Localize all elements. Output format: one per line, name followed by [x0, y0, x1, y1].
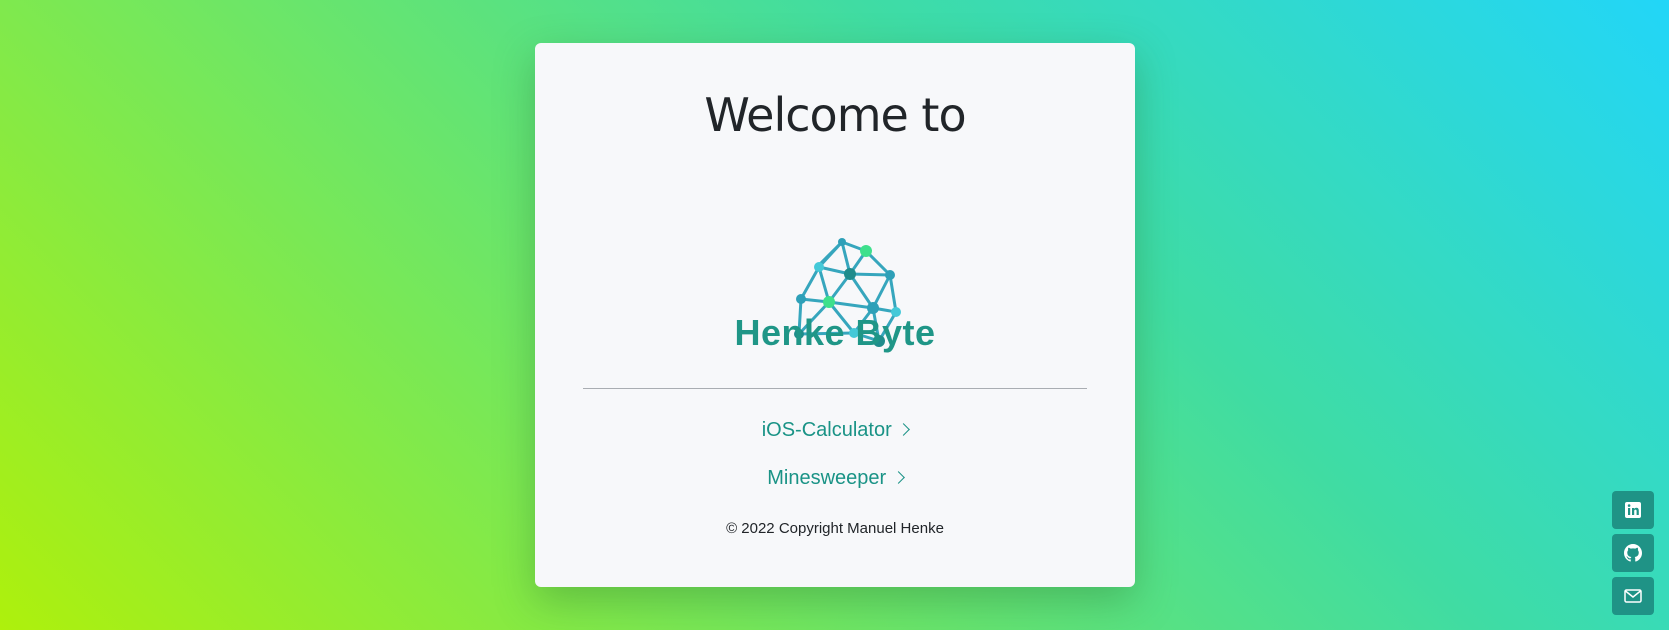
- email-button[interactable]: [1612, 577, 1654, 615]
- github-icon: [1624, 544, 1642, 562]
- page-title: Welcome to: [704, 88, 966, 142]
- minesweeper-link[interactable]: Minesweeper: [535, 465, 1135, 491]
- linkedin-icon: [1625, 502, 1641, 518]
- minesweeper-link-label: Minesweeper: [767, 467, 887, 489]
- ios-calculator-link-label: iOS-Calculator: [761, 419, 892, 441]
- chevron-right-icon: [897, 423, 911, 436]
- copyright-text: © 2022 Copyright Manuel Henke: [726, 520, 944, 537]
- linkedin-button[interactable]: [1612, 491, 1654, 529]
- divider: [583, 388, 1087, 389]
- envelope-icon: [1624, 589, 1642, 603]
- ios-calculator-link[interactable]: iOS-Calculator: [535, 417, 1135, 443]
- chevron-right-icon: [891, 471, 905, 484]
- brand-name: Henke Byte: [734, 312, 936, 353]
- welcome-card: Welcome to Henke Byte iOS-Calculator Min…: [535, 43, 1135, 587]
- github-button[interactable]: [1612, 534, 1654, 572]
